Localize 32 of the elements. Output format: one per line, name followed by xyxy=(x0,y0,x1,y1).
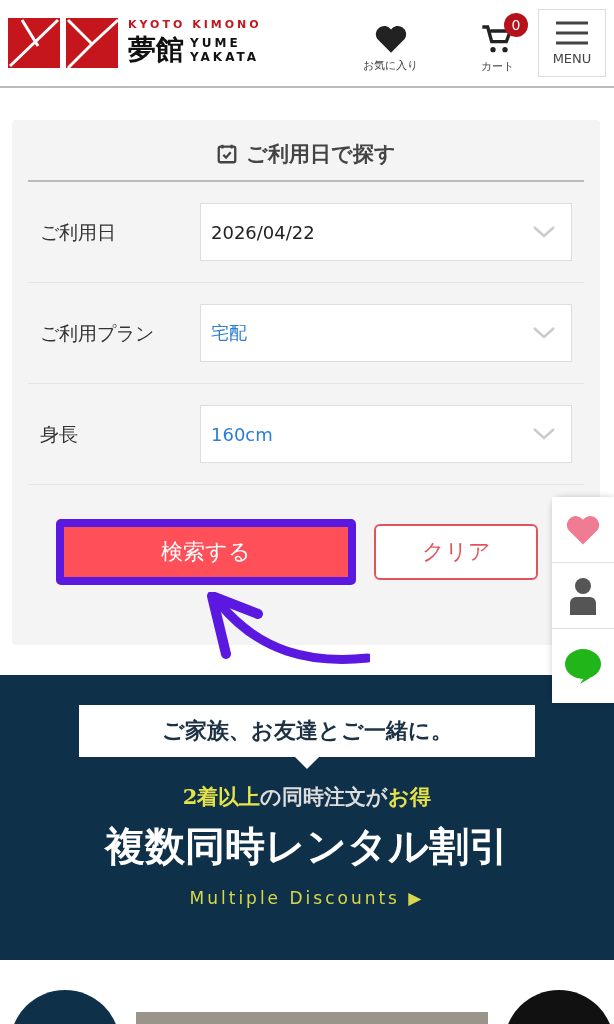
logo-roman: YUME xyxy=(190,35,242,50)
account-side-button[interactable] xyxy=(552,563,614,629)
field-label: ご利用プラン xyxy=(40,321,155,346)
menu-icon xyxy=(556,20,588,45)
calendar-check-icon xyxy=(216,143,238,165)
field-label: ご利用日 xyxy=(40,220,117,245)
person-icon xyxy=(569,576,597,615)
heart-icon xyxy=(565,513,601,546)
field-label: 身長 xyxy=(40,422,79,447)
search-title: ご利用日で探す xyxy=(246,141,396,168)
cart-button[interactable]: カート 0 xyxy=(480,12,528,74)
chevron-down-icon xyxy=(533,428,555,440)
favorites-button[interactable]: お気に入り xyxy=(363,13,432,73)
chevron-down-icon xyxy=(533,226,555,238)
logo-name: 夢館 xyxy=(128,31,184,68)
banner-link[interactable]: Multiple Discounts ▶ xyxy=(189,888,425,908)
logo-icon xyxy=(8,16,120,70)
discount-banner[interactable]: ご家族、お友達とご一緒に。 2着以上の同時注文がお得 複数同時レンタル割引 Multiple Discounts ▶ xyxy=(0,675,614,960)
banner-title: 複数同時レンタル割引 xyxy=(105,821,509,871)
menu-button[interactable]: MENU xyxy=(538,9,606,77)
select-field[interactable]: 2026/04/22 xyxy=(200,203,572,261)
clear-button[interactable]: クリア xyxy=(374,524,538,580)
logo-roman: YAKATA xyxy=(190,49,260,64)
heart-icon xyxy=(373,23,408,54)
speech-pointer xyxy=(294,756,320,769)
chevron-down-icon xyxy=(533,327,555,339)
select-field[interactable]: 160cm xyxy=(200,405,572,463)
banner-lead: 2着以上の同時注文がお得 xyxy=(182,783,432,811)
chat-bubble-icon xyxy=(564,648,602,684)
cart-count-badge: 0 xyxy=(504,12,528,37)
select-field[interactable]: 宅配 xyxy=(200,304,572,362)
logo-tagline: KYOTO KIMONO xyxy=(128,17,262,31)
